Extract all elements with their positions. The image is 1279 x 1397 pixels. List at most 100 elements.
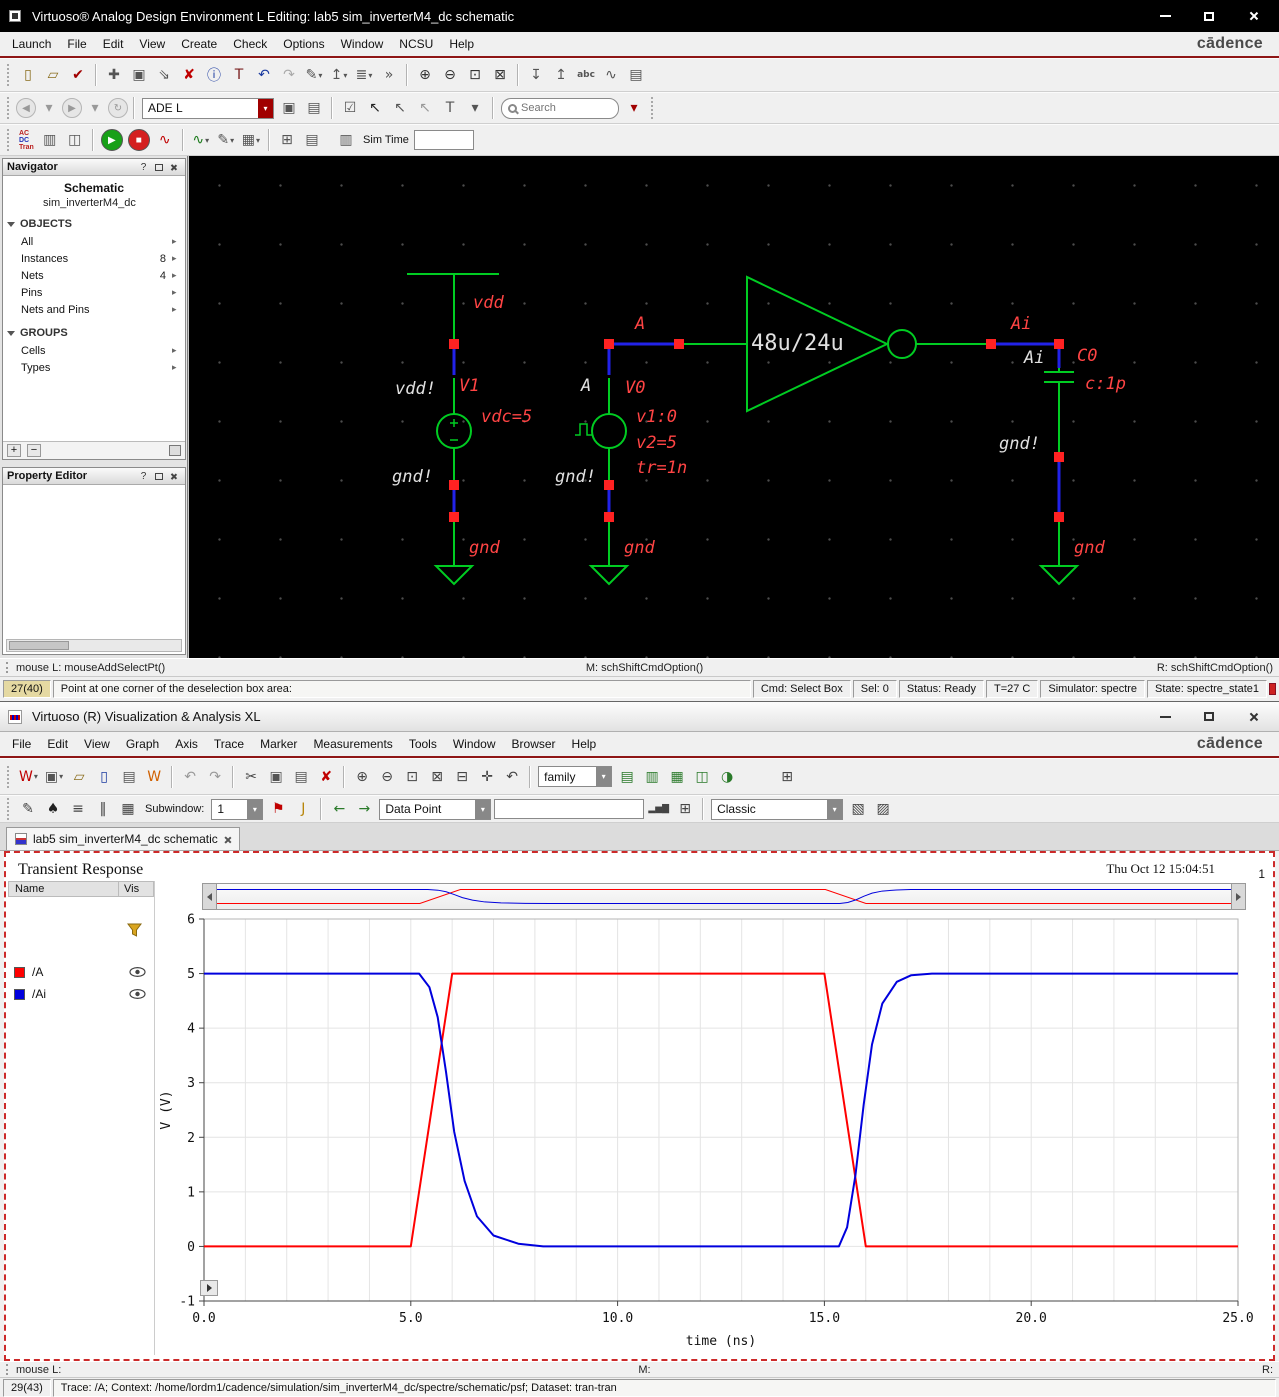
style-b-icon[interactable]: ▨ xyxy=(871,797,895,821)
workspace-select[interactable]: ADE L ▾ xyxy=(142,97,274,119)
chevron-down-icon[interactable]: ▾ xyxy=(368,71,372,80)
close-panel-icon[interactable] xyxy=(166,160,181,174)
close-button[interactable] xyxy=(1233,4,1273,28)
expander-icon[interactable]: ▸ xyxy=(172,236,182,247)
viva-menu-browser[interactable]: Browser xyxy=(504,734,564,754)
expander-icon[interactable]: ▸ xyxy=(172,304,182,315)
schematic-label-gnd[interactable]: gnd xyxy=(469,540,500,557)
rotate-icon[interactable]: ↥ ▾ xyxy=(327,63,351,87)
family-select[interactable]: family ▾ xyxy=(538,766,613,787)
transient-response-plot[interactable]: 0.0 5.0 10.0 15.0 20.0 25.0 -1 0 1 2 3 4 5 6 time (ns)… xyxy=(6,853,1273,1359)
close-panel-icon[interactable] xyxy=(166,469,181,483)
viva-titlebar[interactable]: Virtuoso (R) Visualization & Analysis XL xyxy=(0,702,1279,732)
float-panel-icon[interactable] xyxy=(151,160,166,174)
hierarchy-editor-icon[interactable]: ◫ xyxy=(63,128,87,152)
prev-point-icon[interactable]: ← xyxy=(327,797,351,821)
search-options-icon[interactable]: ▾ xyxy=(622,96,646,120)
schematic-label-ai[interactable]: Ai xyxy=(1011,316,1031,333)
schematic-label-gnd[interactable]: gnd xyxy=(1074,540,1105,557)
objects-section-header[interactable]: OBJECTS xyxy=(3,215,185,233)
selection-options-icon[interactable]: ▾ xyxy=(463,96,487,120)
undo-icon[interactable]: ↶ xyxy=(252,63,276,87)
select-mode-icon[interactable]: ☑ xyxy=(338,96,362,120)
animation-play-button[interactable] xyxy=(200,1280,218,1296)
wire-style-icon[interactable]: ≣ ▾ xyxy=(352,63,376,87)
viva-menu-view[interactable]: View xyxy=(76,734,118,754)
zoom-selected-icon[interactable]: ⊠ xyxy=(488,63,512,87)
composite-mode-icon[interactable]: ▦ xyxy=(665,765,689,789)
navigator-item-nets[interactable]: Nets 4 ▸ xyxy=(3,267,185,284)
zoom-out-icon[interactable]: ⊖ xyxy=(438,63,462,87)
search-input-box[interactable] xyxy=(501,97,619,119)
print-icon[interactable]: ▤ xyxy=(117,765,141,789)
back-options-icon[interactable]: ▾ xyxy=(37,96,61,120)
schematic-label-v2-5[interactable]: v2=5 xyxy=(636,435,677,452)
style-a-icon[interactable]: ▧ xyxy=(846,797,870,821)
chevron-down-icon[interactable]: ▾ xyxy=(596,767,612,786)
sim-time-input[interactable] xyxy=(413,130,474,150)
navigator-item-types[interactable]: Types ▸ xyxy=(3,359,185,376)
schematic-label-vdd[interactable]: vdd! xyxy=(395,381,436,398)
save-workspace-icon[interactable]: ▣ xyxy=(277,96,301,120)
tab-close-icon[interactable] xyxy=(224,832,231,846)
toolbar-grip[interactable] xyxy=(7,798,11,820)
split-mode-icon[interactable]: ◫ xyxy=(690,765,714,789)
scrollbar-thumb[interactable] xyxy=(9,641,69,650)
zoom-fit-icon[interactable]: ⊡ xyxy=(463,63,487,87)
style-select[interactable]: Classic ▾ xyxy=(711,798,844,820)
direct-plot-icon[interactable]: ✎ ▾ xyxy=(214,128,238,152)
schematic-label-tr-1n[interactable]: tr=1n xyxy=(636,460,687,477)
overlay-mode-icon[interactable]: ▥ xyxy=(640,765,664,789)
tab-lab5-sim-inverterm4-dc-schematic[interactable]: lab5 sim_inverterM4_dc schematic xyxy=(6,827,240,850)
expander-icon[interactable]: ▸ xyxy=(172,362,182,373)
chevron-down-icon[interactable]: ▾ xyxy=(247,799,263,819)
chevron-down-icon[interactable]: ▾ xyxy=(230,136,234,145)
sim-time-icon[interactable]: ▥ xyxy=(334,128,358,152)
zoom-out-icon[interactable]: ⊖ xyxy=(375,765,399,789)
results-browser-icon[interactable]: ▤ xyxy=(300,128,324,152)
chevron-down-icon[interactable]: ▾ xyxy=(59,772,63,781)
toolbar-grip[interactable] xyxy=(651,97,655,119)
expander-icon[interactable]: ▸ xyxy=(172,345,182,356)
workspace-options-icon[interactable]: ▤ xyxy=(302,96,326,120)
setup-checks-icon[interactable]: ▥ xyxy=(38,128,62,152)
zoom-x-icon[interactable]: ⊠ xyxy=(425,765,449,789)
grid-layout-icon[interactable]: ▦ xyxy=(116,797,140,821)
new-subwindow-icon[interactable]: ▣ ▾ xyxy=(42,765,66,789)
copy-icon[interactable]: ▣ xyxy=(127,63,151,87)
viva-menu-window[interactable]: Window xyxy=(445,734,504,754)
check-and-save-icon[interactable]: ✔ xyxy=(66,63,90,87)
schematic-label-vdd[interactable]: vdd xyxy=(473,295,504,312)
property-icon[interactable]: ⓘ xyxy=(202,63,226,87)
job-monitor-icon[interactable]: ∿ xyxy=(153,128,177,152)
polar-mode-icon[interactable]: ◑ xyxy=(715,765,739,789)
redo-icon[interactable]: ↷ xyxy=(203,765,227,789)
chevron-down-icon[interactable]: ▾ xyxy=(343,71,347,80)
calculator-icon[interactable]: ⊞ xyxy=(673,797,697,821)
chevron-down-icon[interactable]: ▾ xyxy=(34,772,38,781)
run-simulation-button[interactable]: ▶ xyxy=(100,129,123,151)
navigator-item-all[interactable]: All ▸ xyxy=(3,233,185,250)
flag-marker-icon[interactable]: ⚑ xyxy=(266,797,290,821)
expander-icon[interactable]: ▸ xyxy=(172,253,182,264)
redo-icon[interactable]: ↷ xyxy=(277,63,301,87)
ascend-hierarchy-icon[interactable]: ↥ xyxy=(549,63,573,87)
chevron-down-icon[interactable]: ▾ xyxy=(256,136,260,145)
chevron-down-icon[interactable]: ▾ xyxy=(827,799,843,819)
open-cellview-icon[interactable]: ▱ xyxy=(41,63,65,87)
viva-menu-marker[interactable]: Marker xyxy=(252,734,305,754)
analyses-icon[interactable]: AC DC Tran xyxy=(16,128,37,152)
help-icon[interactable]: ? xyxy=(136,160,151,174)
navigator-titlebar[interactable]: Navigator ? xyxy=(3,159,185,176)
choose-plots-icon[interactable]: ∿ ▾ xyxy=(189,128,213,152)
minimize-button[interactable] xyxy=(1145,705,1185,729)
navigator-item-nets-and-pins[interactable]: Nets and Pins ▸ xyxy=(3,301,185,318)
schematic-label-gnd[interactable]: gnd! xyxy=(555,469,596,486)
subwindow-select[interactable]: 1 ▾ xyxy=(211,798,264,820)
schematic-label-gnd[interactable]: gnd xyxy=(624,540,655,557)
minimize-button[interactable] xyxy=(1145,4,1185,28)
ade-menu-launch[interactable]: Launch xyxy=(4,34,59,54)
graph-area[interactable]: Transient Response Thu Oct 12 15:04:51 1… xyxy=(4,851,1275,1361)
ade-menu-window[interactable]: Window xyxy=(333,34,392,54)
paste-icon[interactable]: ▤ xyxy=(289,765,313,789)
